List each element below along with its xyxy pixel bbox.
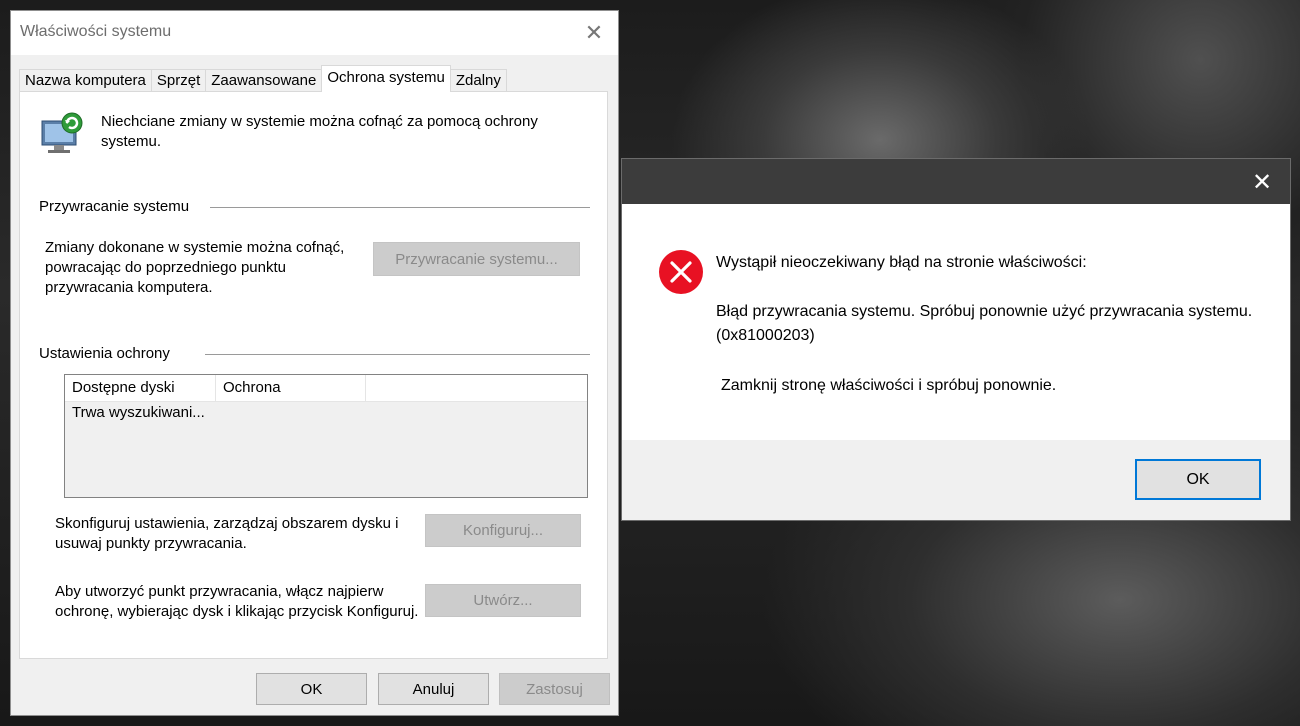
ok-button[interactable]: OK	[256, 673, 367, 705]
restore-group-label: Przywracanie systemu	[39, 198, 198, 215]
tab-hardware[interactable]: Sprzęt	[150, 69, 207, 92]
configure-button[interactable]: Konfiguruj...	[425, 514, 581, 547]
list-item: Trwa wyszukiwani...	[72, 404, 205, 421]
tab-remote[interactable]: Zdalny	[449, 69, 507, 92]
configure-description: Skonfiguruj ustawienia, zarządzaj obszar…	[55, 515, 399, 552]
tab-system-protection[interactable]: Ochrona systemu	[321, 65, 451, 92]
error-message: Błąd przywracania systemu. Spróbuj ponow…	[716, 303, 1253, 344]
column-available-drives[interactable]: Dostępne dyski	[65, 375, 216, 401]
tab-advanced[interactable]: Zaawansowane	[205, 69, 323, 92]
group-divider	[205, 354, 590, 355]
system-protection-icon	[41, 112, 83, 153]
cancel-button[interactable]: Anuluj	[378, 673, 489, 705]
column-protection[interactable]: Ochrona	[216, 375, 366, 401]
create-description: Aby utworzyć punkt przywracania, włącz n…	[55, 583, 419, 620]
drives-list[interactable]: Dostępne dyski Ochrona Trwa wyszukiwani.…	[64, 374, 588, 498]
error-heading: Wystąpił nieoczekiwany błąd na stronie w…	[716, 254, 1087, 271]
error-icon	[659, 250, 703, 294]
window-title: Właściwości systemu	[20, 23, 172, 40]
close-icon[interactable]: ✕	[580, 19, 608, 47]
title-bar: Właściwości systemu ✕	[11, 11, 618, 55]
error-hint: Zamknij stronę właściwości i spróbuj pon…	[721, 377, 1057, 394]
system-properties-window: Właściwości systemu ✕ Nazwa komputera Sp…	[10, 10, 619, 716]
error-ok-button[interactable]: OK	[1135, 459, 1261, 500]
create-button[interactable]: Utwórz...	[425, 584, 581, 617]
error-content: Wystąpił nieoczekiwany błąd na stronie w…	[622, 204, 1290, 440]
column-empty	[366, 375, 587, 401]
list-header: Dostępne dyski Ochrona	[65, 375, 587, 402]
error-title-bar: ✕	[622, 159, 1290, 204]
restore-description: Zmiany dokonane w systemie można cofnąć,…	[45, 239, 345, 296]
tab-strip: Nazwa komputera Sprzęt Zaawansowane Ochr…	[19, 65, 507, 92]
protection-group-label: Ustawienia ochrony	[39, 345, 178, 362]
group-divider	[210, 207, 590, 208]
apply-button[interactable]: Zastosuj	[499, 673, 610, 705]
close-icon[interactable]: ✕	[1248, 168, 1276, 196]
system-restore-button[interactable]: Przywracanie systemu...	[373, 242, 580, 276]
error-dialog: ✕ Wystąpił nieoczekiwany błąd na stronie…	[621, 158, 1291, 521]
tab-panel-system-protection: Niechciane zmiany w systemie można cofną…	[19, 91, 608, 659]
tab-computer-name[interactable]: Nazwa komputera	[19, 69, 152, 92]
intro-text: Niechciane zmiany w systemie można cofną…	[101, 113, 538, 150]
